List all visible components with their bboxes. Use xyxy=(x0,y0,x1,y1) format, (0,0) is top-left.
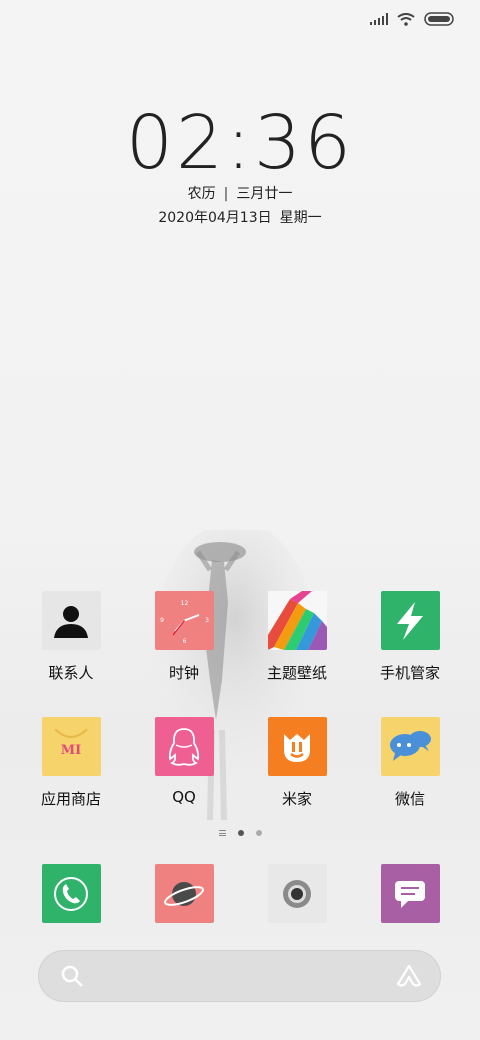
camera-icon xyxy=(267,864,327,923)
app-themes[interactable]: 主题壁纸 xyxy=(247,591,347,683)
signal-icon xyxy=(370,13,388,25)
dock-camera[interactable] xyxy=(247,864,347,923)
svg-text:9: 9 xyxy=(160,617,164,624)
app-store[interactable]: MI 应用商店 xyxy=(21,717,121,809)
clock-time[interactable]: 02:36 xyxy=(0,100,480,186)
contacts-icon xyxy=(41,591,101,650)
app-label: 手机管家 xyxy=(379,664,440,682)
app-wechat[interactable]: 微信 xyxy=(360,717,460,809)
app-label: QQ xyxy=(172,788,196,806)
app-label: 联系人 xyxy=(48,664,94,682)
app-label: 米家 xyxy=(281,790,312,808)
app-mijia[interactable]: 米家 xyxy=(247,717,347,809)
qq-icon xyxy=(154,717,214,776)
app-security[interactable]: 手机管家 xyxy=(360,591,460,683)
browser-icon xyxy=(154,864,214,923)
wifi-icon xyxy=(397,12,415,26)
assistant-icon[interactable] xyxy=(395,964,423,988)
app-label: 时钟 xyxy=(168,664,199,682)
messages-icon xyxy=(380,864,440,923)
page-dot-2[interactable] xyxy=(255,830,262,836)
app-label: 应用商店 xyxy=(40,790,101,808)
app-label: 主题壁纸 xyxy=(266,664,327,682)
page-indicator-home-lines[interactable] xyxy=(218,830,226,836)
themes-icon xyxy=(267,591,327,650)
page-dot-1[interactable] xyxy=(237,830,244,836)
search-bar[interactable] xyxy=(38,950,441,1002)
lunar-date: 农历 | 三月廿一 xyxy=(0,183,480,203)
app-store-icon: MI xyxy=(41,717,101,776)
security-icon xyxy=(380,591,440,650)
search-icon[interactable] xyxy=(60,964,84,988)
status-bar xyxy=(370,12,454,26)
battery-icon xyxy=(424,12,454,26)
date: 2020年04月13日 星期一 xyxy=(0,207,480,227)
lunar-date-value: 三月廿一 xyxy=(236,186,293,202)
dock-messages[interactable] xyxy=(360,864,460,923)
weekday: 星期一 xyxy=(279,210,322,226)
clock-icon: 12 3 6 9 xyxy=(154,591,214,650)
lunar-label: 农历 xyxy=(187,186,216,202)
app-qq[interactable]: QQ xyxy=(134,717,234,806)
page-indicator[interactable] xyxy=(0,830,480,836)
app-store-icon-text: MI xyxy=(60,743,82,758)
app-clock[interactable]: 12 3 6 9 时钟 xyxy=(134,591,234,683)
svg-text:3: 3 xyxy=(205,617,209,624)
app-label: 微信 xyxy=(394,790,425,808)
dock-phone[interactable] xyxy=(21,864,121,923)
svg-text:12: 12 xyxy=(180,600,188,607)
dock-browser[interactable] xyxy=(134,864,234,923)
wechat-icon xyxy=(380,717,440,776)
lunar-separator: | xyxy=(223,186,229,202)
date-value: 2020年04月13日 xyxy=(158,210,272,226)
svg-text:6: 6 xyxy=(182,638,186,645)
app-contacts[interactable]: 联系人 xyxy=(21,591,121,683)
mijia-icon xyxy=(267,717,327,776)
phone-icon xyxy=(41,864,101,923)
